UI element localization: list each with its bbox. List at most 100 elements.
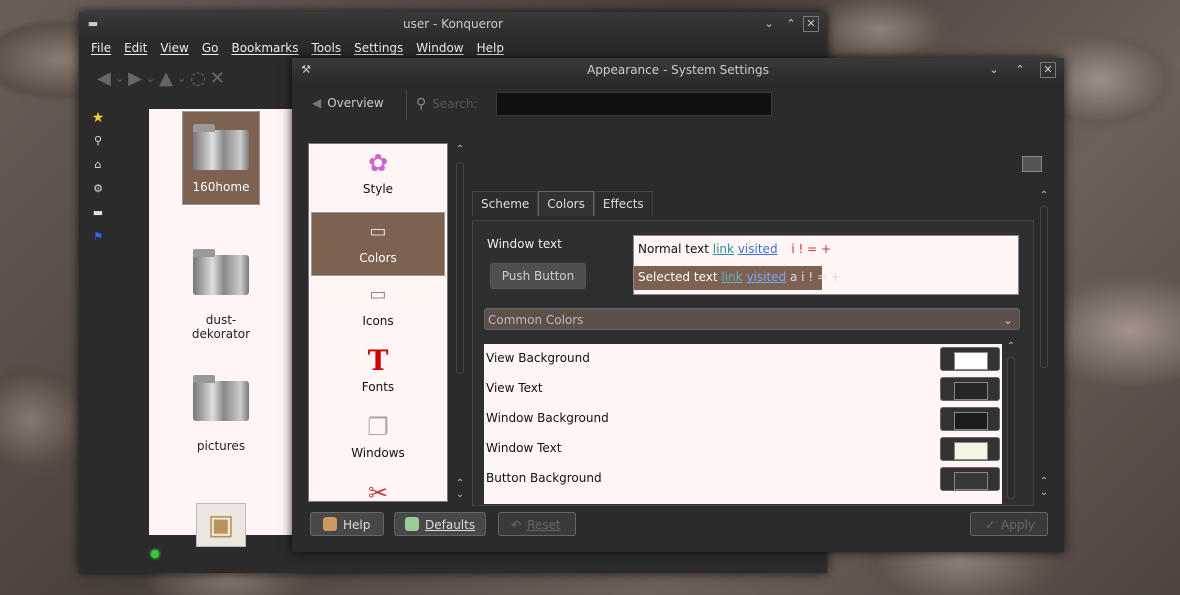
- usb-icon[interactable]: ⚲: [91, 134, 105, 148]
- stop-icon[interactable]: ✕: [210, 68, 225, 89]
- defaults-button[interactable]: Defaults: [394, 512, 486, 536]
- preview-selected-row: Selected text link visited a i ! = +: [638, 270, 841, 284]
- search-input[interactable]: [496, 92, 772, 116]
- undo-icon: ↶: [511, 518, 522, 532]
- search-label-text: Search:: [432, 97, 478, 111]
- menu-tools[interactable]: Tools: [312, 41, 342, 55]
- close-button[interactable]: ✕: [803, 16, 819, 32]
- preview-visited: visited: [737, 242, 778, 256]
- help-button[interactable]: Help: [310, 512, 384, 536]
- color-row[interactable]: View Background: [484, 344, 1002, 374]
- network-icon[interactable]: ⚙: [91, 182, 105, 196]
- reload-icon[interactable]: ◌: [190, 68, 206, 89]
- color-list-scrollbar[interactable]: [1007, 357, 1015, 499]
- check-icon: ✓: [985, 518, 996, 532]
- chevron-down-icon[interactable]: ⌄: [146, 72, 155, 85]
- color-swatch: [954, 472, 988, 490]
- minimize-button[interactable]: ⌄: [986, 62, 1002, 78]
- category-icons[interactable]: ▭ Icons: [311, 280, 445, 342]
- overview-button[interactable]: ◀ Overview: [312, 96, 384, 110]
- push-button-preview[interactable]: Push Button: [490, 263, 586, 289]
- scroll-down-icon[interactable]: ⌃ ⌄: [454, 478, 466, 500]
- menu-help[interactable]: Help: [477, 41, 504, 55]
- windows-icon: ❐: [367, 413, 389, 441]
- settings-titlebar[interactable]: ⚒ Appearance - System Settings ⌄ ⌃ ✕: [292, 58, 1064, 82]
- color-row[interactable]: Window Text: [484, 434, 1002, 464]
- page-scrollbar[interactable]: [1040, 206, 1048, 368]
- flag-icon[interactable]: ⚑: [91, 230, 105, 244]
- category-style[interactable]: ✿ Style: [311, 148, 445, 210]
- style-icon: ✿: [367, 149, 389, 177]
- color-swatch-button[interactable]: [940, 377, 1000, 401]
- color-swatch-button[interactable]: [940, 347, 1000, 371]
- file-name: dust-dekorator: [191, 313, 251, 341]
- up-icon[interactable]: ▲: [159, 68, 173, 89]
- scroll-down-icon[interactable]: ⌃ ⌄: [1038, 476, 1050, 498]
- defaults-icon: [405, 517, 419, 531]
- tab-effects[interactable]: Effects: [593, 191, 653, 216]
- chevron-down-icon[interactable]: ⌄: [177, 72, 186, 85]
- forward-icon[interactable]: ▶: [128, 68, 142, 89]
- category-fonts[interactable]: T Fonts: [311, 346, 445, 408]
- folder-icon[interactable]: ▬: [91, 206, 105, 220]
- search-icon: ⚲: [416, 96, 427, 112]
- color-row[interactable]: Button Background: [484, 464, 1002, 494]
- menu-settings[interactable]: Settings: [354, 41, 403, 55]
- home-icon[interactable]: ⌂: [91, 158, 105, 172]
- menu-edit[interactable]: Edit: [124, 41, 147, 55]
- menu-go[interactable]: Go: [202, 41, 219, 55]
- category-label: Colors: [359, 251, 397, 265]
- defaults-label: Defaults: [425, 518, 476, 532]
- tab-label: Effects: [602, 197, 644, 211]
- chevron-down-icon[interactable]: ⌄: [115, 72, 124, 85]
- file-item[interactable]: dust-dekorator: [183, 249, 259, 341]
- file-item[interactable]: ▣: [183, 503, 259, 547]
- color-swatch: [954, 442, 988, 460]
- file-item[interactable]: 160home: [182, 111, 260, 205]
- category-scrollbar[interactable]: [456, 162, 464, 374]
- category-windows[interactable]: ❐ Windows: [311, 412, 445, 474]
- menu-file[interactable]: File: [91, 41, 111, 55]
- star-icon[interactable]: ★: [91, 110, 105, 126]
- close-button[interactable]: ✕: [1040, 62, 1056, 78]
- category-colors[interactable]: ▭ Colors: [311, 212, 445, 276]
- scroll-up-icon[interactable]: ⌃: [1005, 341, 1017, 352]
- maximize-button[interactable]: ⌃: [783, 16, 799, 32]
- tab-scheme[interactable]: Scheme: [472, 191, 539, 216]
- color-swatch-button[interactable]: [940, 437, 1000, 461]
- file-view: 160home dust-dekorator pictures ▣: [149, 109, 295, 547]
- colors-icon: ▭: [369, 221, 387, 242]
- tools-icon: ✂: [367, 479, 389, 502]
- file-item[interactable]: pictures: [183, 375, 259, 453]
- toolbar-divider: [406, 90, 407, 120]
- reset-button[interactable]: ↶ Reset: [498, 512, 576, 536]
- color-swatch-button[interactable]: [940, 467, 1000, 491]
- menu-view[interactable]: View: [160, 41, 188, 55]
- maximize-button[interactable]: ⌃: [1012, 62, 1028, 78]
- color-row[interactable]: View Text: [484, 374, 1002, 404]
- color-swatch: [954, 382, 988, 400]
- folder-icon: [193, 375, 249, 421]
- color-row-label: View Text: [486, 381, 543, 395]
- window-title: Appearance - System Settings: [587, 63, 769, 77]
- scroll-up-icon[interactable]: ⌃: [454, 144, 466, 155]
- search-label: ⚲ Search:: [416, 96, 478, 112]
- color-swatch-button[interactable]: [940, 407, 1000, 431]
- menu-bookmarks[interactable]: Bookmarks: [231, 41, 298, 55]
- menu-window[interactable]: Window: [416, 41, 463, 55]
- preview-selected-word: Selected: [638, 270, 691, 284]
- minimize-button[interactable]: ⌄: [761, 16, 777, 32]
- color-row[interactable]: Window Background: [484, 404, 1002, 434]
- back-icon[interactable]: ◀: [97, 68, 111, 89]
- color-list: View Background View Text Window Backgro…: [484, 344, 1002, 504]
- tab-colors[interactable]: Colors: [538, 191, 594, 216]
- settings-window: ⚒ Appearance - System Settings ⌄ ⌃ ✕ ◀ Ov…: [292, 58, 1064, 552]
- category-more[interactable]: ✂: [311, 478, 445, 502]
- chevron-down-icon: ⌄: [1002, 313, 1013, 327]
- apply-button[interactable]: ✓ Apply: [970, 512, 1048, 536]
- category-label: Windows: [351, 446, 405, 460]
- scroll-up-icon[interactable]: ⌃: [1038, 190, 1050, 201]
- color-set-select[interactable]: Common Colors ⌄: [484, 308, 1020, 330]
- konqueror-titlebar[interactable]: ▬ user - Konqueror ⌄ ⌃ ✕: [79, 12, 827, 36]
- preview-visited: visited: [746, 270, 787, 284]
